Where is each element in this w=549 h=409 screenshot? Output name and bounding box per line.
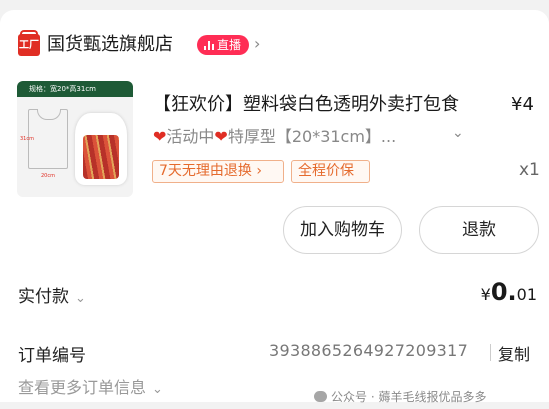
live-bars-icon [204, 41, 214, 50]
add-to-cart-button[interactable]: 加入购物车 [283, 206, 402, 254]
watermark: 公众号 · 薅羊毛线报优品多多 [314, 388, 486, 405]
dim-width-label: 20cm [41, 173, 55, 179]
payment-amount: ¥0.01 [481, 278, 537, 306]
product-title[interactable]: 【狂欢价】塑料袋白色透明外卖打包食 [153, 92, 459, 118]
payment-label[interactable]: 实付款 ⌄ [18, 282, 86, 307]
tag-7day-return[interactable]: 7天无理由退换 › [152, 160, 284, 183]
order-number-label: 订单编号 [18, 346, 86, 366]
live-badge[interactable]: 直播 [197, 35, 249, 55]
bag-contents [83, 135, 119, 179]
chevron-down-icon: ⌄ [75, 291, 86, 306]
order-card: 工厂 国货甄选旗舰店 直播 › 规格：宽20*高31cm 31cm 20cm 【… [0, 10, 549, 405]
tag-price-protect[interactable]: 全程价保 [291, 160, 370, 183]
store-chevron-icon[interactable]: › [254, 34, 260, 53]
live-badge-label: 直播 [217, 38, 242, 52]
bag-diagram-icon [28, 109, 68, 169]
amount-decimal: 01 [516, 285, 537, 304]
product-thumbnail[interactable]: 规格：宽20*高31cm 31cm 20cm [17, 81, 133, 197]
refund-button[interactable]: 退款 [419, 206, 539, 254]
copy-button[interactable]: 复制 [498, 341, 530, 365]
watermark-text: 公众号 · 薅羊毛线报优品多多 [331, 390, 487, 404]
store-name[interactable]: 国货甄选旗舰店 [47, 32, 173, 58]
wechat-icon [314, 391, 327, 402]
bag-photo [75, 113, 127, 185]
chevron-down-icon: ⌄ [152, 382, 163, 397]
thumbnail-banner: 规格：宽20*高31cm [17, 81, 133, 97]
amount-integer: 0. [490, 278, 517, 306]
divider [490, 344, 491, 361]
more-order-info[interactable]: 查看更多订单信息 ⌄ [18, 374, 163, 398]
store-icon: 工厂 [18, 30, 40, 56]
payment-label-text: 实付款 [18, 287, 69, 307]
heart-icon: ❤ [153, 127, 167, 146]
heart-icon: ❤ [214, 127, 228, 146]
product-spec[interactable]: ❤活动中❤特厚型【20*31cm】... [153, 124, 396, 150]
spec-chevron-icon[interactable]: ⌄ [452, 125, 464, 141]
dim-height-label: 31cm [20, 136, 34, 142]
order-number: 3938865264927209317 [269, 341, 469, 360]
product-price: ¥4 [511, 94, 534, 115]
currency-symbol: ¥ [480, 285, 491, 304]
product-quantity: x1 [519, 160, 540, 180]
spec-text-1: 活动中 [166, 127, 215, 146]
spec-text-2: 特厚型【20*31cm】... [227, 127, 397, 146]
more-order-info-text: 查看更多订单信息 [18, 378, 147, 397]
